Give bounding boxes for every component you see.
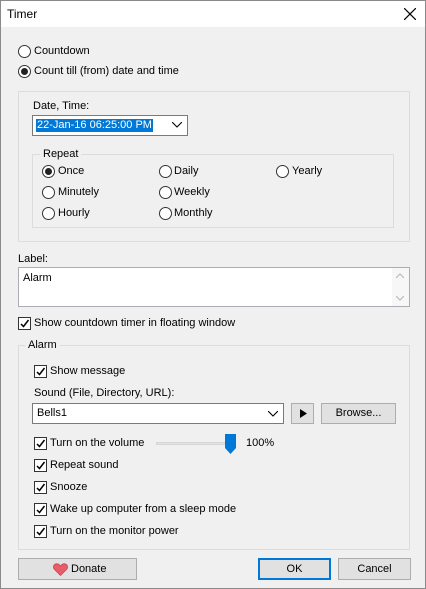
repeat-weekly-radio[interactable] [159,186,172,199]
checkmark-icon [36,461,46,470]
monitor-power-checkbox[interactable] [34,525,47,538]
close-icon [404,8,416,20]
checkmark-icon [20,319,30,328]
volume-label[interactable]: Turn on the volume [50,437,144,449]
volume-slider-track[interactable] [156,442,236,445]
checkmark-icon [36,527,46,536]
floating-window-label[interactable]: Show countdown timer in floating window [34,317,235,329]
repeat-monthly-radio[interactable] [159,207,172,220]
sound-label: Sound (File, Directory, URL): [34,387,175,399]
cancel-button[interactable]: Cancel [338,558,411,580]
wake-up-label[interactable]: Wake up computer from a sleep mode [50,503,236,515]
datetime-value: 22-Jan-16 06:25:00 PM [36,119,153,132]
repeat-once-radio[interactable] [42,165,55,178]
datetime-picker[interactable]: 22-Jan-16 06:25:00 PM [32,115,188,136]
repeat-yearly-label[interactable]: Yearly [292,165,322,177]
alarm-title: Alarm [25,339,60,351]
snooze-label[interactable]: Snooze [50,481,87,493]
sound-select[interactable]: Bells1 [32,403,284,424]
repeat-sound-checkbox[interactable] [34,459,47,472]
snooze-checkbox[interactable] [34,481,47,494]
monitor-power-label[interactable]: Turn on the monitor power [50,525,179,537]
repeat-title: Repeat [40,148,82,160]
play-sound-button[interactable] [291,403,314,424]
show-message-label[interactable]: Show message [50,365,125,377]
label-textarea[interactable]: Alarm [18,267,410,307]
textarea-scrollbar[interactable] [392,268,409,306]
countdown-label[interactable]: Countdown [34,45,90,57]
sound-value: Bells1 [37,407,67,419]
timer-dialog: Timer Countdown Count till (from) date a… [0,0,426,589]
checkmark-icon [36,483,46,492]
chevron-down-icon [268,411,278,417]
repeat-weekly-label[interactable]: Weekly [174,186,210,198]
repeat-hourly-label[interactable]: Hourly [58,207,90,219]
countdown-radio[interactable] [18,45,31,58]
checkmark-icon [36,367,46,376]
scroll-up-icon[interactable] [396,273,404,278]
repeat-monthly-label[interactable]: Monthly [174,207,213,219]
repeat-daily-radio[interactable] [159,165,172,178]
label-text: Alarm [23,272,52,284]
title-bar: Timer [1,1,425,27]
repeat-sound-label[interactable]: Repeat sound [50,459,119,471]
volume-checkbox[interactable] [34,437,47,450]
close-button[interactable] [395,1,425,27]
repeat-once-label[interactable]: Once [58,165,84,177]
scroll-down-icon[interactable] [396,296,404,301]
show-message-checkbox[interactable] [34,365,47,378]
repeat-minutely-radio[interactable] [42,186,55,199]
play-icon [300,409,307,418]
chevron-down-icon [172,122,182,128]
count-till-label[interactable]: Count till (from) date and time [34,65,179,77]
donate-button[interactable]: Donate [18,558,137,580]
floating-window-checkbox[interactable] [18,317,31,330]
repeat-minutely-label[interactable]: Minutely [58,186,99,198]
browse-button[interactable]: Browse... [321,403,396,424]
label-field-label: Label: [18,253,48,265]
repeat-daily-label[interactable]: Daily [174,165,198,177]
repeat-yearly-radio[interactable] [276,165,289,178]
wake-up-checkbox[interactable] [34,503,47,516]
count-till-radio[interactable] [18,65,31,78]
ok-button[interactable]: OK [258,558,331,580]
checkmark-icon [36,505,46,514]
datetime-label: Date, Time: [33,100,90,112]
donate-label: Donate [71,563,107,575]
volume-value: 100% [246,437,275,449]
repeat-hourly-radio[interactable] [42,207,55,220]
heart-icon [53,563,68,576]
window-title: Timer [7,7,38,21]
checkmark-icon [36,439,46,448]
volume-slider-thumb[interactable] [225,434,236,454]
